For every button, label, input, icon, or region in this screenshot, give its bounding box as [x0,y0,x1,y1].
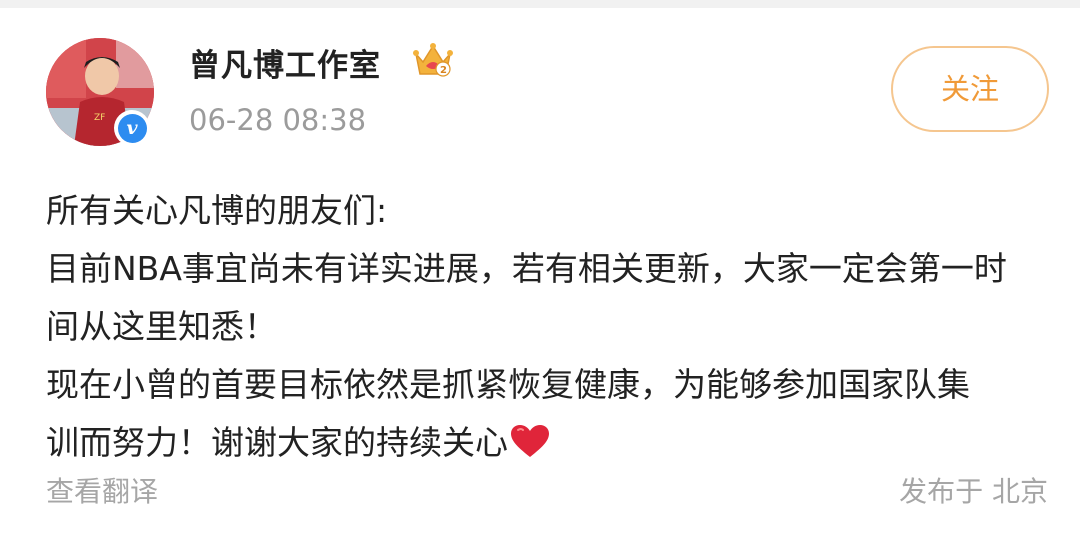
follow-button[interactable]: 关注 [891,46,1049,132]
top-divider-strip [0,0,1080,8]
post-line-last: 训而努力！谢谢大家的持续关心 [46,414,1046,472]
post-line: 间从这里知悉！ [46,307,277,346]
post-timestamp: 06-28 08:38 [189,103,367,137]
post-line: 所有关心凡博的朋友们: [46,191,388,230]
author-name[interactable]: 曾凡博工作室 [189,40,381,85]
verified-v-icon: v [117,113,147,143]
crown-level-icon: 2 [412,40,454,82]
verified-badge: v [114,110,150,146]
red-heart-icon [511,425,549,457]
view-translation-link[interactable]: 查看翻译 [46,470,158,510]
post-line: 现在小曾的首要目标依然是抓紧恢复健康，为能够参加国家队集 [46,365,970,404]
post-location: 发布于 北京 [899,475,1048,508]
post-body: 所有关心凡博的朋友们: 目前NBA事宜尚未有详实进展，若有相关更新，大家一定会第… [46,182,1046,472]
post-line-text: 训而努力！谢谢大家的持续关心 [46,423,508,462]
post-line: 目前NBA事宜尚未有详实进展，若有相关更新，大家一定会第一时 [46,249,1007,288]
svg-text:ZF: ZF [94,113,105,123]
svg-text:2: 2 [440,65,447,76]
